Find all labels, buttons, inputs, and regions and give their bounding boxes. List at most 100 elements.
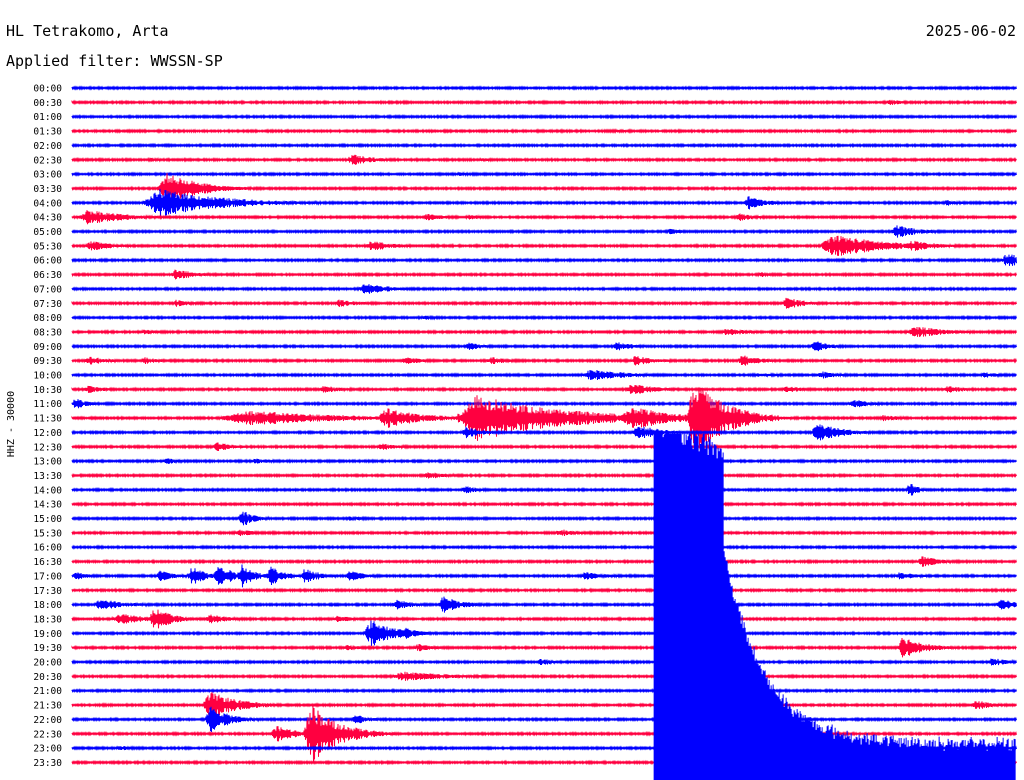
tick-label: 05:30 xyxy=(33,241,62,252)
trace-1700 xyxy=(71,564,1017,588)
trace-0230 xyxy=(71,154,1017,165)
station-name: HL Tetrakomo, Arta xyxy=(6,22,169,40)
tick-label: 20:30 xyxy=(33,672,62,683)
mainshock-trace xyxy=(653,433,1016,780)
tick-label: 22:00 xyxy=(33,715,62,726)
trace-0500 xyxy=(71,225,1017,238)
trace-1230 xyxy=(71,442,1017,452)
trace-0800 xyxy=(71,314,1017,321)
trace-0200 xyxy=(71,142,1017,149)
trace-0630 xyxy=(71,269,1017,280)
tick-label: 10:00 xyxy=(33,371,62,382)
tick-label: 16:00 xyxy=(33,543,62,554)
tick-label: 02:00 xyxy=(33,141,62,152)
tick-label: 02:30 xyxy=(33,155,62,166)
trace-0700 xyxy=(71,284,1017,294)
trace-1800 xyxy=(71,596,1017,613)
tick-label: 19:00 xyxy=(33,629,62,640)
tick-label: 18:00 xyxy=(33,600,62,611)
tick-label: 17:30 xyxy=(33,586,62,597)
tick-label: 07:30 xyxy=(33,299,62,310)
tick-label: 11:00 xyxy=(33,399,62,410)
trace-0100 xyxy=(71,113,1017,120)
trace-0530 xyxy=(71,235,1017,256)
trace-1900 xyxy=(71,620,1017,646)
trace-0600 xyxy=(71,254,1017,266)
tick-label: 04:00 xyxy=(33,198,62,209)
time-tick-labels: 00:00 00:30 01:00 01:30 02:00 02:30 03:00 03:30… xyxy=(33,84,62,769)
tick-label: 16:30 xyxy=(33,557,62,568)
tick-label: 10:30 xyxy=(33,385,62,396)
tick-label: 01:00 xyxy=(33,112,62,123)
tick-label: 03:30 xyxy=(33,184,62,195)
trace-2100 xyxy=(71,687,1017,694)
trace-1030 xyxy=(71,384,1017,394)
trace-2200 xyxy=(71,706,1017,733)
tick-label: 14:30 xyxy=(33,500,62,511)
tick-label: 22:30 xyxy=(33,729,62,740)
tick-label: 08:30 xyxy=(33,327,62,338)
tick-label: 15:30 xyxy=(33,528,62,539)
trace-1500 xyxy=(71,511,1017,526)
tick-label: 09:00 xyxy=(33,342,62,353)
trace-0730 xyxy=(71,297,1017,309)
tick-label: 06:00 xyxy=(33,256,62,267)
tick-label: 23:00 xyxy=(33,744,62,755)
trace-1000 xyxy=(71,369,1017,381)
tick-label: 11:30 xyxy=(33,414,62,425)
trace-0000 xyxy=(71,85,1017,91)
trace-0830 xyxy=(71,326,1017,337)
tick-label: 19:30 xyxy=(33,643,62,654)
trace-0930 xyxy=(71,355,1017,366)
trace-0900 xyxy=(71,341,1017,352)
trace-1300 xyxy=(71,458,1017,465)
trace-1400 xyxy=(71,484,1017,496)
tick-label: 17:00 xyxy=(33,571,62,582)
trace-0430 xyxy=(71,210,1017,225)
tick-label: 18:30 xyxy=(33,614,62,625)
trace-1630 xyxy=(71,556,1017,567)
tick-label: 21:30 xyxy=(33,701,62,712)
tick-label: 13:00 xyxy=(33,457,62,468)
tick-label: 12:30 xyxy=(33,442,62,453)
tick-label: 15:00 xyxy=(33,514,62,525)
trace-0330 xyxy=(71,173,1017,204)
tick-label: 07:00 xyxy=(33,284,62,295)
tick-label: 05:00 xyxy=(33,227,62,238)
tick-label: 14:00 xyxy=(33,485,62,496)
trace-1830 xyxy=(71,609,1017,629)
helicorder-plot: HL Tetrakomo, Arta 2025-06-02 Applied fi… xyxy=(6,22,1017,780)
seismic-traces xyxy=(71,85,1017,766)
trace-1730 xyxy=(71,587,1017,594)
tick-label: 08:00 xyxy=(33,313,62,324)
filter-label: Applied filter: WWSSN-SP xyxy=(6,52,223,70)
tick-label: 21:00 xyxy=(33,686,62,697)
trace-0030 xyxy=(71,99,1017,106)
trace-2030 xyxy=(71,671,1017,681)
trace-2000 xyxy=(71,658,1017,666)
trace-1130 xyxy=(71,387,1017,449)
trace-1530 xyxy=(71,529,1017,537)
tick-label: 09:30 xyxy=(33,356,62,367)
trace-0130 xyxy=(71,128,1017,134)
tick-label: 03:00 xyxy=(33,170,62,181)
mainshock-waveform xyxy=(653,433,1016,780)
tick-label: 13:30 xyxy=(33,471,62,482)
tick-label: 04:30 xyxy=(33,213,62,224)
tick-label: 00:30 xyxy=(33,98,62,109)
tick-label: 23:30 xyxy=(33,758,62,769)
record-date: 2025-06-02 xyxy=(926,22,1016,40)
trace-1100 xyxy=(71,399,1017,409)
tick-label: 20:00 xyxy=(33,658,62,669)
trace-1930 xyxy=(71,637,1017,658)
tick-label: 12:00 xyxy=(33,428,62,439)
trace-1200 xyxy=(71,424,1017,441)
tick-label: 06:30 xyxy=(33,270,62,281)
trace-0400 xyxy=(71,188,1017,217)
trace-0300 xyxy=(71,171,1017,177)
trace-1430 xyxy=(71,501,1017,508)
trace-1600 xyxy=(71,544,1017,550)
tick-label: 01:30 xyxy=(33,127,62,138)
tick-label: 00:00 xyxy=(33,84,62,95)
y-axis-label: HHZ - 30000 xyxy=(6,391,17,457)
